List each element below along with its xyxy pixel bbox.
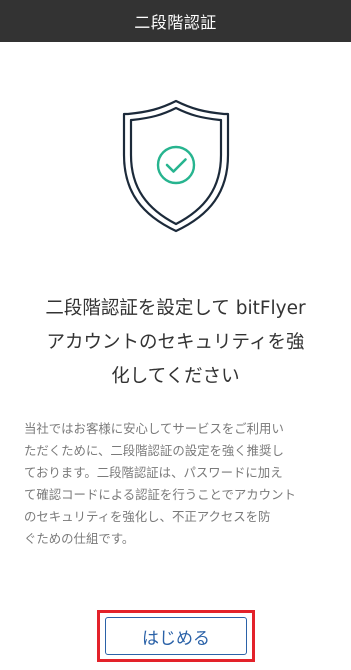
shield-check-icon bbox=[122, 99, 230, 233]
headline-line: 化してください bbox=[111, 366, 240, 387]
description-line: のセキュリティを強化し、不正アクセスを防 bbox=[24, 509, 271, 524]
page-title: 二段階認証 bbox=[134, 13, 217, 32]
headline: 二段階認証を設定して bitFlyer アカウントのセキュリティを強 化してくだ… bbox=[20, 292, 331, 394]
start-button[interactable]: はじめる bbox=[105, 617, 247, 655]
description-line: ぐための仕組です。 bbox=[24, 531, 135, 546]
description-line: ております。二段階認証は、パスワードに加え bbox=[24, 465, 283, 480]
description-line: 当社ではお客様に安心してサービスをご利用い bbox=[24, 421, 284, 436]
start-button-highlight: はじめる bbox=[97, 610, 255, 662]
description-line: ただくために、二段階認証の設定を強く推奨し bbox=[24, 443, 284, 458]
app-header: 二段階認証 bbox=[0, 0, 351, 42]
description-line: て確認コードによる認証を行うことでアカウント bbox=[24, 487, 296, 502]
headline-line: アカウントのセキュリティを強 bbox=[46, 332, 305, 353]
headline-line: 二段階認証を設定して bitFlyer bbox=[45, 298, 306, 319]
description: 当社ではお客様に安心してサービスをご利用い ただくために、二段階認証の設定を強く… bbox=[24, 418, 328, 550]
